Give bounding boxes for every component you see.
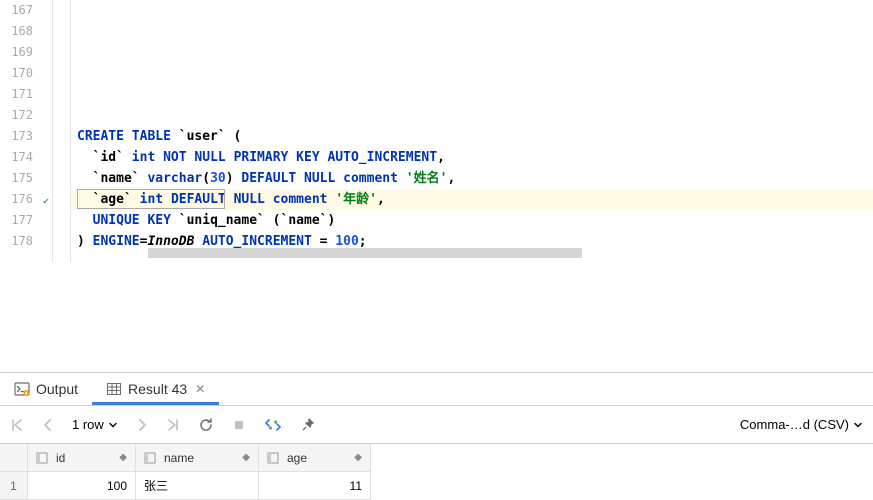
row-header-corner[interactable] — [0, 444, 28, 472]
column-header-id[interactable]: id ◆ — [28, 444, 136, 472]
column-name-label: name — [164, 451, 194, 465]
column-age-label: age — [287, 451, 307, 465]
row-count-label: 1 row — [72, 417, 104, 432]
line-gutter: 167168169170171172173174175176✔177178 — [0, 0, 53, 262]
console-icon — [14, 381, 30, 397]
row-number[interactable]: 1 — [0, 472, 28, 500]
close-icon[interactable]: ✕ — [195, 382, 205, 396]
last-page-button[interactable] — [166, 418, 180, 432]
result-toolbar: 1 row Comma-…d (CSV) — [0, 406, 873, 444]
gutter-margin — [53, 0, 71, 262]
sort-icon[interactable]: ◆ — [119, 452, 127, 463]
refresh-button[interactable] — [198, 417, 214, 433]
result-tabs: Output Result 43 ✕ — [0, 372, 873, 406]
stop-button[interactable] — [232, 418, 246, 432]
cell-name[interactable]: 张三 — [136, 472, 259, 500]
tab-output[interactable]: Output — [0, 373, 92, 405]
column-id-label: id — [56, 451, 65, 465]
chevron-down-icon — [853, 420, 863, 430]
column-icon — [36, 452, 48, 464]
tab-result-label: Result 43 — [128, 381, 187, 397]
pin-button[interactable] — [300, 417, 316, 433]
editor-footer-spacer — [0, 262, 873, 372]
row-count-selector[interactable]: 1 row — [72, 417, 118, 432]
table-row[interactable]: 1 100 张三 11 — [0, 472, 873, 500]
sort-icon[interactable]: ◆ — [354, 452, 362, 463]
tab-output-label: Output — [36, 381, 78, 397]
column-header-age[interactable]: age ◆ — [259, 444, 371, 472]
column-icon — [267, 452, 279, 464]
grid-header-row: id ◆ name ◆ age ◆ — [0, 444, 873, 472]
chevron-down-icon — [108, 420, 118, 430]
compare-button[interactable] — [264, 417, 282, 433]
export-format-selector[interactable]: Comma-…d (CSV) — [740, 417, 863, 432]
cell-id[interactable]: 100 — [28, 472, 136, 500]
first-page-button[interactable] — [10, 418, 24, 432]
prev-page-button[interactable] — [42, 418, 54, 432]
cell-age[interactable]: 11 — [259, 472, 371, 500]
sort-icon[interactable]: ◆ — [242, 452, 250, 463]
code-editor[interactable]: 167168169170171172173174175176✔177178 CR… — [0, 0, 873, 262]
result-grid[interactable]: id ◆ name ◆ age ◆ 1 100 张三 11 — [0, 444, 873, 500]
export-format-label: Comma-…d (CSV) — [740, 417, 849, 432]
horizontal-scrollbar[interactable] — [148, 248, 653, 262]
tab-result[interactable]: Result 43 ✕ — [92, 373, 219, 405]
next-page-button[interactable] — [136, 418, 148, 432]
column-header-name[interactable]: name ◆ — [136, 444, 259, 472]
column-icon — [144, 452, 156, 464]
code-area[interactable]: CREATE TABLE `user` ( `id` int NOT NULL … — [71, 0, 873, 262]
table-icon — [106, 381, 122, 397]
